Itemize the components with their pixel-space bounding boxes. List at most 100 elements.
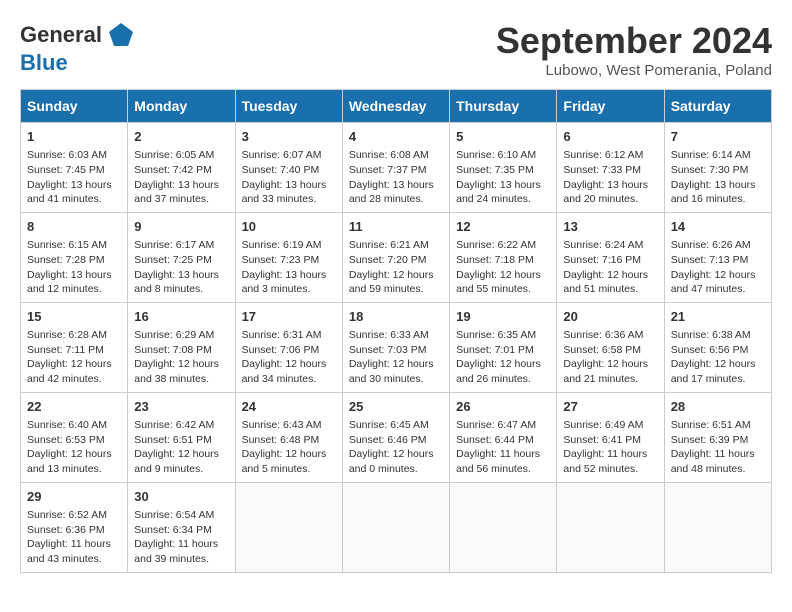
day-info-line: Sunrise: 6:51 AM	[671, 418, 765, 433]
day-number: 26	[456, 398, 550, 416]
calendar-cell: 3Sunrise: 6:07 AMSunset: 7:40 PMDaylight…	[235, 123, 342, 213]
day-number: 27	[563, 398, 657, 416]
day-number: 11	[349, 218, 443, 236]
calendar-cell: 14Sunrise: 6:26 AMSunset: 7:13 PMDayligh…	[664, 212, 771, 302]
day-number: 19	[456, 308, 550, 326]
day-number: 9	[134, 218, 228, 236]
day-info-line: Sunrise: 6:33 AM	[349, 328, 443, 343]
day-info-line: and 9 minutes.	[134, 462, 228, 477]
day-info-line: Daylight: 12 hours	[242, 357, 336, 372]
day-info-line: Sunset: 6:34 PM	[134, 523, 228, 538]
day-info-line: and 20 minutes.	[563, 192, 657, 207]
logo-icon	[106, 20, 136, 50]
day-info-line: Sunset: 7:13 PM	[671, 253, 765, 268]
day-info-line: Sunrise: 6:43 AM	[242, 418, 336, 433]
calendar-cell	[342, 482, 449, 572]
day-info-line: and 33 minutes.	[242, 192, 336, 207]
day-info-line: Sunset: 6:53 PM	[27, 433, 121, 448]
day-info-line: Sunrise: 6:21 AM	[349, 238, 443, 253]
calendar-header-friday: Friday	[557, 90, 664, 123]
day-info-line: and 21 minutes.	[563, 372, 657, 387]
day-info-line: and 13 minutes.	[27, 462, 121, 477]
logo-blue-text: Blue	[20, 50, 68, 76]
calendar-cell	[450, 482, 557, 572]
calendar-header-tuesday: Tuesday	[235, 90, 342, 123]
day-info-line: Sunset: 7:45 PM	[27, 163, 121, 178]
calendar-cell: 30Sunrise: 6:54 AMSunset: 6:34 PMDayligh…	[128, 482, 235, 572]
day-number: 3	[242, 128, 336, 146]
calendar-header-monday: Monday	[128, 90, 235, 123]
day-number: 1	[27, 128, 121, 146]
day-info-line: and 16 minutes.	[671, 192, 765, 207]
day-info-line: Sunrise: 6:17 AM	[134, 238, 228, 253]
day-number: 6	[563, 128, 657, 146]
day-info-line: and 8 minutes.	[134, 282, 228, 297]
day-info-line: and 59 minutes.	[349, 282, 443, 297]
day-number: 15	[27, 308, 121, 326]
day-info-line: and 41 minutes.	[27, 192, 121, 207]
day-info-line: and 39 minutes.	[134, 552, 228, 567]
day-number: 4	[349, 128, 443, 146]
day-info-line: and 5 minutes.	[242, 462, 336, 477]
day-info-line: and 17 minutes.	[671, 372, 765, 387]
day-info-line: Daylight: 12 hours	[349, 268, 443, 283]
day-info-line: Sunrise: 6:15 AM	[27, 238, 121, 253]
day-info-line: Daylight: 13 hours	[27, 178, 121, 193]
calendar-header-thursday: Thursday	[450, 90, 557, 123]
day-info-line: Sunrise: 6:31 AM	[242, 328, 336, 343]
calendar-cell: 9Sunrise: 6:17 AMSunset: 7:25 PMDaylight…	[128, 212, 235, 302]
day-info-line: Daylight: 12 hours	[671, 357, 765, 372]
day-info-line: Daylight: 13 hours	[134, 178, 228, 193]
day-info-line: Sunrise: 6:49 AM	[563, 418, 657, 433]
day-info-line: Daylight: 12 hours	[242, 447, 336, 462]
day-info-line: Sunrise: 6:24 AM	[563, 238, 657, 253]
day-info-line: and 0 minutes.	[349, 462, 443, 477]
day-info-line: Sunrise: 6:19 AM	[242, 238, 336, 253]
calendar-cell: 20Sunrise: 6:36 AMSunset: 6:58 PMDayligh…	[557, 302, 664, 392]
page-header: General Blue September 2024 Lubowo, West…	[20, 20, 772, 79]
day-info-line: Daylight: 12 hours	[456, 357, 550, 372]
calendar-cell: 13Sunrise: 6:24 AMSunset: 7:16 PMDayligh…	[557, 212, 664, 302]
calendar-cell: 26Sunrise: 6:47 AMSunset: 6:44 PMDayligh…	[450, 392, 557, 482]
day-info-line: Daylight: 12 hours	[456, 268, 550, 283]
day-info-line: Daylight: 11 hours	[563, 447, 657, 462]
calendar-cell: 2Sunrise: 6:05 AMSunset: 7:42 PMDaylight…	[128, 123, 235, 213]
day-info-line: Sunrise: 6:28 AM	[27, 328, 121, 343]
calendar-cell: 16Sunrise: 6:29 AMSunset: 7:08 PMDayligh…	[128, 302, 235, 392]
day-info-line: Daylight: 13 hours	[27, 268, 121, 283]
day-info-line: and 38 minutes.	[134, 372, 228, 387]
day-info-line: Sunrise: 6:52 AM	[27, 508, 121, 523]
day-info-line: Sunset: 7:06 PM	[242, 343, 336, 358]
day-info-line: Sunrise: 6:35 AM	[456, 328, 550, 343]
day-info-line: Sunset: 7:08 PM	[134, 343, 228, 358]
calendar-cell: 23Sunrise: 6:42 AMSunset: 6:51 PMDayligh…	[128, 392, 235, 482]
calendar-cell: 5Sunrise: 6:10 AMSunset: 7:35 PMDaylight…	[450, 123, 557, 213]
day-info-line: and 52 minutes.	[563, 462, 657, 477]
calendar-week-row: 22Sunrise: 6:40 AMSunset: 6:53 PMDayligh…	[21, 392, 772, 482]
day-info-line: Sunset: 6:56 PM	[671, 343, 765, 358]
day-info-line: Sunrise: 6:29 AM	[134, 328, 228, 343]
day-number: 21	[671, 308, 765, 326]
calendar-week-row: 8Sunrise: 6:15 AMSunset: 7:28 PMDaylight…	[21, 212, 772, 302]
day-info-line: and 12 minutes.	[27, 282, 121, 297]
day-number: 28	[671, 398, 765, 416]
day-info-line: Sunrise: 6:47 AM	[456, 418, 550, 433]
day-info-line: Sunset: 6:46 PM	[349, 433, 443, 448]
day-info-line: Sunset: 7:01 PM	[456, 343, 550, 358]
day-number: 30	[134, 488, 228, 506]
day-info-line: Daylight: 12 hours	[349, 447, 443, 462]
day-info-line: Sunrise: 6:07 AM	[242, 148, 336, 163]
calendar-cell: 12Sunrise: 6:22 AMSunset: 7:18 PMDayligh…	[450, 212, 557, 302]
calendar-cell: 27Sunrise: 6:49 AMSunset: 6:41 PMDayligh…	[557, 392, 664, 482]
day-info-line: and 37 minutes.	[134, 192, 228, 207]
day-info-line: Sunrise: 6:12 AM	[563, 148, 657, 163]
day-info-line: Daylight: 12 hours	[134, 357, 228, 372]
day-info-line: Daylight: 13 hours	[563, 178, 657, 193]
day-info-line: Sunset: 7:11 PM	[27, 343, 121, 358]
day-info-line: Daylight: 12 hours	[134, 447, 228, 462]
day-info-line: Daylight: 12 hours	[563, 357, 657, 372]
calendar-header-wednesday: Wednesday	[342, 90, 449, 123]
day-info-line: Daylight: 13 hours	[134, 268, 228, 283]
calendar-cell: 7Sunrise: 6:14 AMSunset: 7:30 PMDaylight…	[664, 123, 771, 213]
day-info-line: Daylight: 11 hours	[134, 537, 228, 552]
